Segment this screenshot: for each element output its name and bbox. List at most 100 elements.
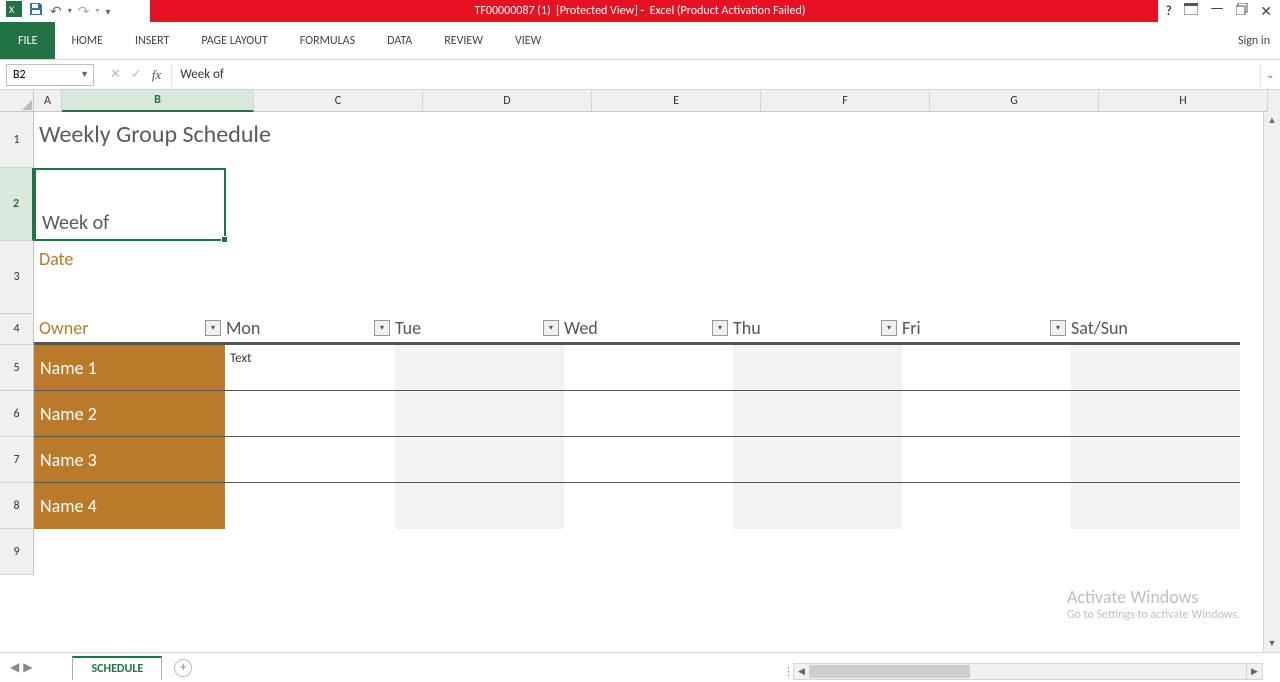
save-icon[interactable] — [28, 1, 44, 21]
day-cell[interactable] — [1071, 345, 1240, 390]
scroll-right-icon[interactable]: ▶ — [1246, 663, 1263, 680]
scroll-down-icon[interactable]: ▼ — [1264, 635, 1280, 652]
day-cell[interactable] — [902, 345, 1071, 390]
row-header-5[interactable]: 5 — [0, 345, 34, 391]
day-cell[interactable] — [395, 483, 564, 529]
day-cell[interactable] — [564, 391, 733, 436]
row-header-8[interactable]: 8 — [0, 483, 34, 529]
scroll-up-icon[interactable]: ▲ — [1264, 112, 1280, 129]
cancel-icon[interactable]: ✕ — [110, 67, 121, 82]
col-header-G[interactable]: G — [930, 90, 1099, 112]
col-header-D[interactable]: D — [423, 90, 592, 112]
redo-drop-icon[interactable]: ▾ — [95, 6, 99, 16]
tab-view[interactable]: VIEW — [499, 22, 557, 59]
filter-button[interactable]: ▾ — [881, 320, 897, 336]
filter-button[interactable]: ▾ — [1050, 320, 1066, 336]
day-cell[interactable] — [226, 391, 395, 436]
minimize-icon[interactable]: — — [1210, 0, 1224, 18]
help-icon[interactable]: ? — [1166, 4, 1172, 19]
qat-customize-icon[interactable]: ▾ — [106, 5, 111, 18]
sheet-nav-next-icon[interactable]: ▶ — [23, 660, 32, 675]
sheet-tabs-row: ◀ ▶ SCHEDULE + ⋮ ◀ ▶ — [0, 652, 1280, 682]
day-cell[interactable]: Text — [226, 345, 395, 390]
col-header-B[interactable]: B — [62, 90, 254, 112]
col-header-C[interactable]: C — [254, 90, 423, 112]
day-cell[interactable] — [1071, 391, 1240, 436]
tab-home[interactable]: HOME — [55, 22, 119, 59]
ribbon-display-icon[interactable] — [1184, 3, 1198, 19]
hscroll-thumb[interactable] — [810, 665, 970, 678]
select-all-corner[interactable] — [0, 90, 34, 112]
row-header-6[interactable]: 6 — [0, 391, 34, 437]
sign-in-link[interactable]: Sign in — [1228, 22, 1280, 59]
tab-data[interactable]: DATA — [371, 22, 428, 59]
owner-cell[interactable]: Name 4 — [34, 483, 226, 529]
fx-icon[interactable]: fx — [152, 67, 161, 83]
day-cell[interactable] — [733, 345, 902, 390]
sheet-nav-prev-icon[interactable]: ◀ — [10, 660, 19, 675]
filter-button[interactable]: ▾ — [712, 320, 728, 336]
day-cell[interactable] — [226, 483, 395, 529]
formula-bar-buttons: ✕ ✓ fx — [100, 67, 171, 83]
day-cell[interactable] — [564, 345, 733, 390]
name-box-value: B2 — [13, 68, 26, 82]
day-cell[interactable] — [902, 483, 1071, 529]
tab-formulas[interactable]: FORMULAS — [284, 22, 371, 59]
name-box[interactable]: B2 ▼ — [6, 64, 94, 86]
day-cell[interactable] — [564, 483, 733, 529]
tab-review[interactable]: REVIEW — [428, 22, 499, 59]
owner-cell[interactable]: Name 2 — [34, 391, 226, 436]
redo-icon[interactable]: ↷ — [78, 3, 90, 20]
sheet-tab-schedule[interactable]: SCHEDULE — [72, 656, 162, 680]
tab-insert[interactable]: INSERT — [119, 22, 185, 59]
vertical-scrollbar[interactable]: ▲ ▼ — [1263, 112, 1280, 652]
formula-input[interactable]: Week of — [171, 64, 1260, 86]
undo-icon[interactable]: ↶ — [50, 3, 62, 20]
row-header-3[interactable]: 3 — [0, 241, 34, 314]
expand-formula-bar-icon[interactable]: ⌄ — [1260, 64, 1280, 86]
day-cell[interactable] — [733, 437, 902, 482]
filter-button[interactable]: ▾ — [543, 320, 559, 336]
hscroll-split-icon[interactable]: ⋮ — [783, 665, 793, 678]
restore-icon[interactable] — [1236, 3, 1248, 19]
filter-button[interactable]: ▾ — [205, 320, 221, 336]
scroll-left-icon[interactable]: ◀ — [793, 663, 810, 680]
col-header-H[interactable]: H — [1099, 90, 1268, 112]
enter-icon[interactable]: ✓ — [131, 67, 142, 82]
day-cell[interactable] — [395, 437, 564, 482]
day-cell[interactable] — [902, 391, 1071, 436]
col-header-F[interactable]: F — [761, 90, 930, 112]
day-cell[interactable] — [733, 391, 902, 436]
hscroll-track[interactable] — [810, 663, 1246, 680]
active-cell[interactable]: Week of — [34, 168, 226, 241]
col-header-A[interactable]: A — [34, 90, 62, 112]
day-cell[interactable] — [1071, 437, 1240, 482]
file-tab[interactable]: FILE — [0, 22, 55, 59]
add-sheet-button[interactable]: + — [174, 659, 192, 677]
horizontal-scrollbar[interactable]: ⋮ ◀ ▶ — [783, 663, 1263, 680]
row-header-2[interactable]: 2 — [0, 168, 34, 241]
row-header-4[interactable]: 4 — [0, 314, 34, 345]
owner-cell[interactable]: Name 1 — [34, 345, 226, 390]
vscroll-track[interactable] — [1264, 129, 1280, 635]
name-box-dropdown-icon[interactable]: ▼ — [80, 69, 89, 80]
close-icon[interactable]: ✕ — [1260, 3, 1272, 20]
day-cell[interactable] — [902, 437, 1071, 482]
day-cell[interactable] — [226, 437, 395, 482]
day-cell[interactable] — [564, 437, 733, 482]
day-cell[interactable] — [395, 391, 564, 436]
tab-page-layout[interactable]: PAGE LAYOUT — [185, 22, 283, 59]
table-header-owner: Owner▾ — [34, 314, 226, 342]
row-header-7[interactable]: 7 — [0, 437, 34, 483]
owner-cell[interactable]: Name 3 — [34, 437, 226, 482]
row-header-9[interactable]: 9 — [0, 529, 34, 575]
cells-area[interactable]: Weekly Group Schedule Week of Date Owner… — [34, 112, 1280, 652]
row-header-1[interactable]: 1 — [0, 112, 34, 168]
day-cell[interactable] — [395, 345, 564, 390]
day-cell[interactable] — [733, 483, 902, 529]
day-cell[interactable] — [1071, 483, 1240, 529]
filter-button[interactable]: ▾ — [374, 320, 390, 336]
fill-handle[interactable] — [221, 236, 228, 243]
undo-drop-icon[interactable]: ▾ — [68, 6, 72, 16]
col-header-E[interactable]: E — [592, 90, 761, 112]
